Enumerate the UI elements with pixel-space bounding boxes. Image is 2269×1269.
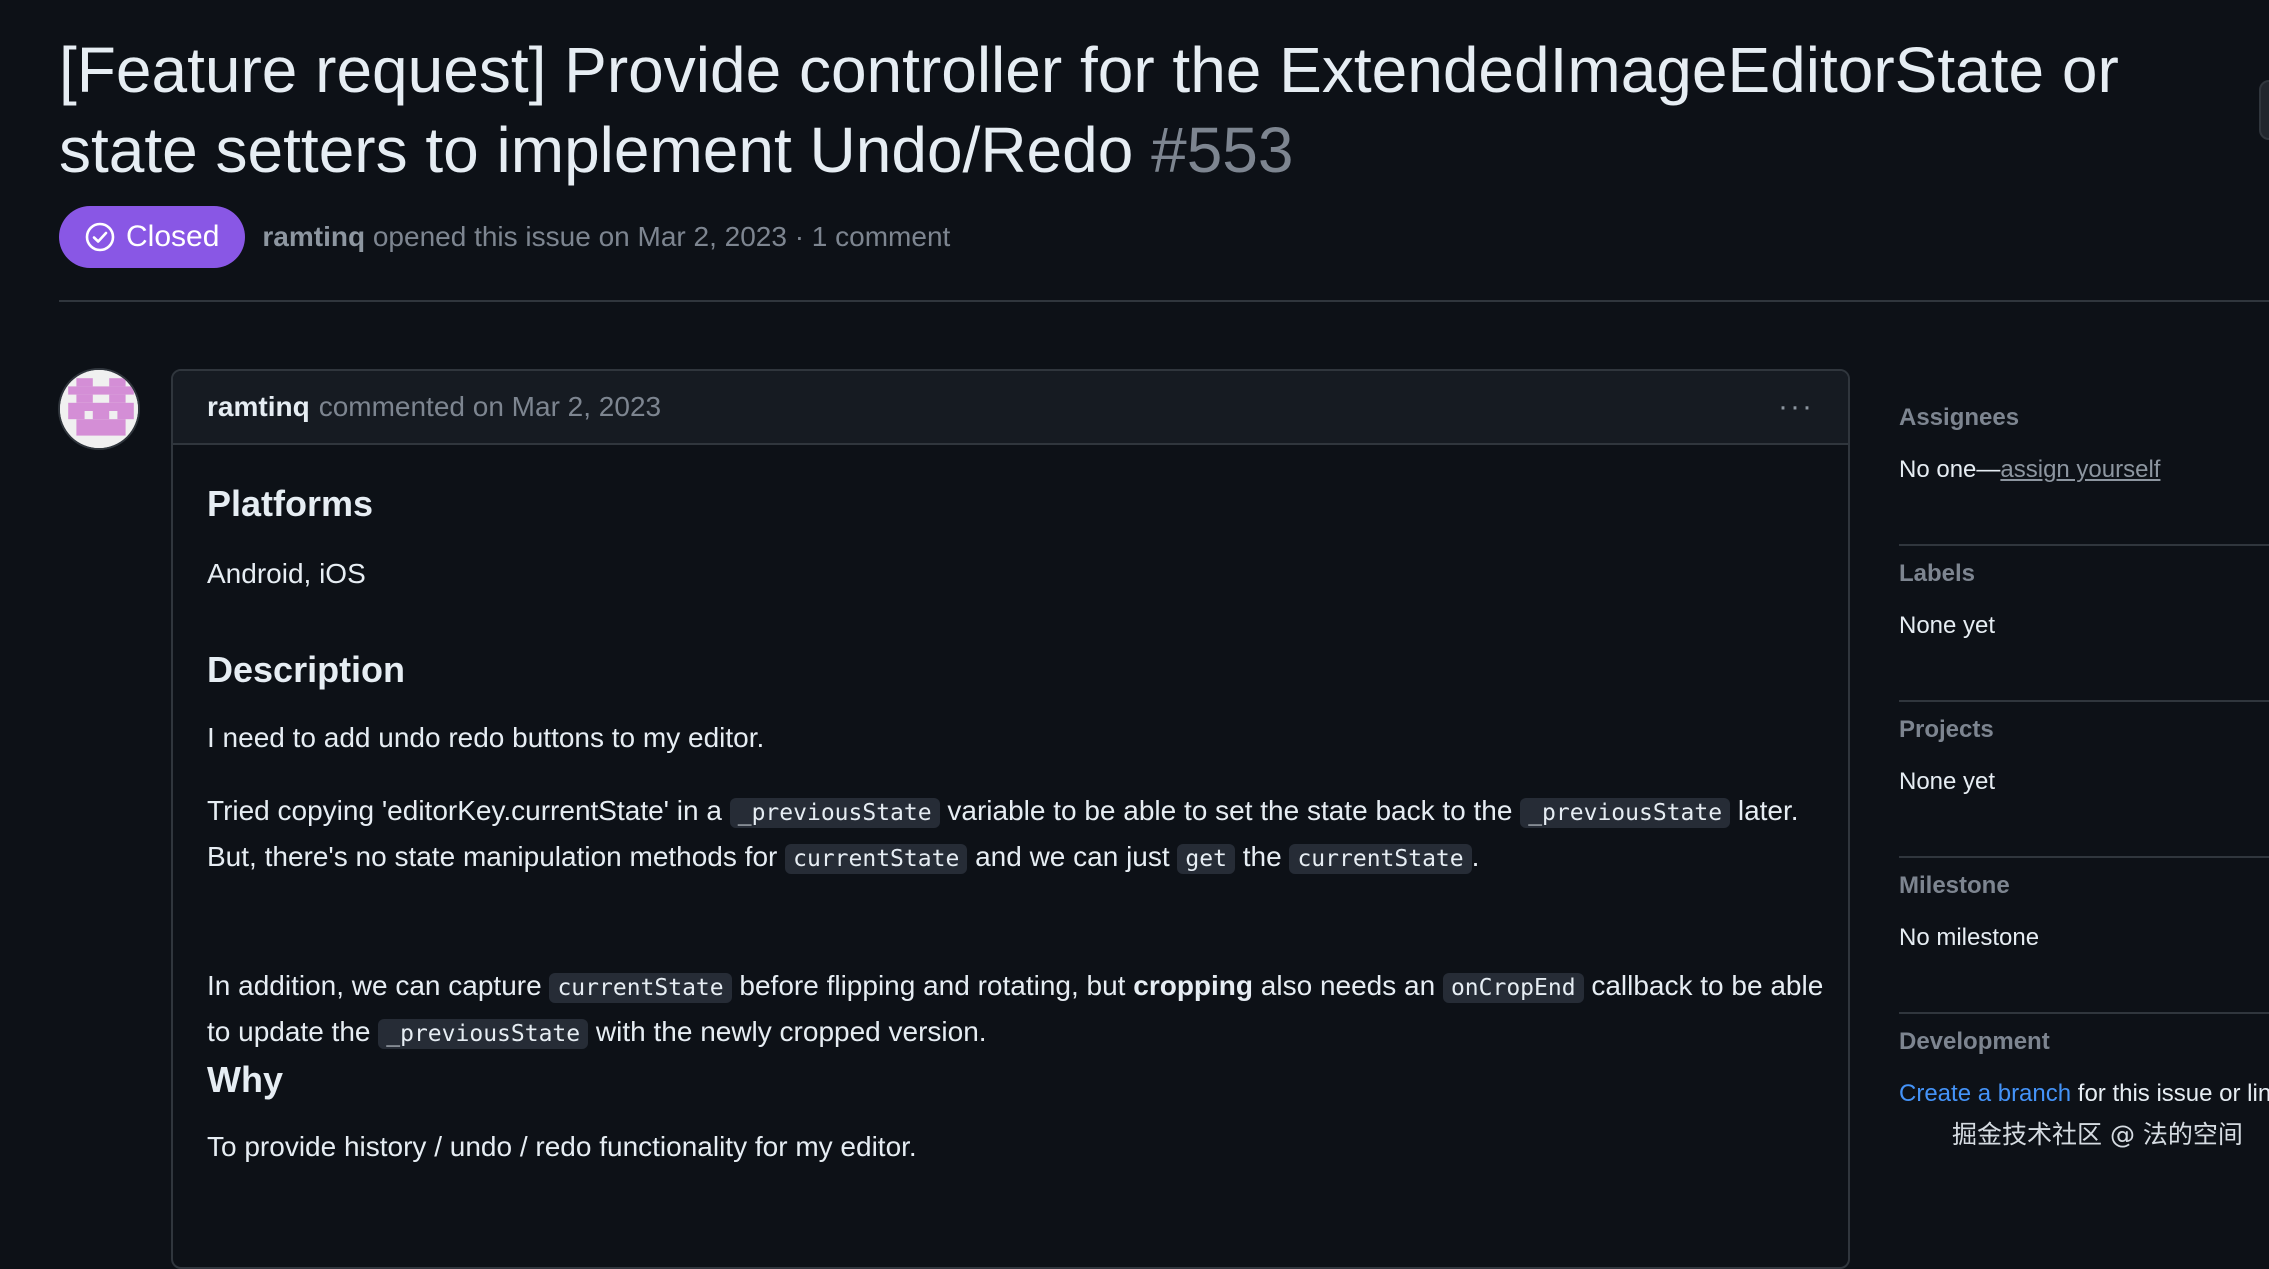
text: Tried copying 'editorKey.currentState' i… [207,795,730,826]
edit-button[interactable] [2259,80,2269,140]
issue-opened-text: opened this issue on Mar 2, 2023 · 1 com… [372,221,951,252]
text: In addition, we can capture [207,970,550,1001]
inline-code: _previousState [729,798,940,828]
status-badge: Closed [59,206,246,268]
issue-title: [Feature request] Provide controller for… [59,30,2159,190]
bold-text: cropping [1133,970,1254,1001]
issue-comment: ramtinq commented on Mar 2, 2023 ··· Pla… [171,369,1850,1269]
sidebar-label[interactable]: Assignees [1899,404,2019,432]
issue-meta-text: ramtinq opened this issue on Mar 2, 2023… [262,221,950,253]
sidebar-label[interactable]: Labels [1899,560,1975,588]
sidebar-value: Create a branch for this issue or link [1899,1080,2269,1108]
why-text: To provide history / undo / redo functio… [207,1131,917,1162]
sidebar-label[interactable]: Development [1899,1028,2050,1056]
issue-number: #553 [1151,114,1294,186]
platforms-text: Android, iOS [207,558,366,589]
text: with the newly cropped version. [588,1016,987,1047]
description-line-1: I need to add undo redo buttons to my ed… [207,722,765,753]
text: and we can just [967,841,1178,872]
sidebar-value: No milestone [1899,924,2040,951]
sidebar-labels: Labels None yet [1899,546,2269,702]
text: variable to be able to set the state bac… [939,795,1521,826]
description-paragraph-2: Tried copying 'editorKey.currentState' i… [207,789,1827,881]
text: . [1471,841,1480,872]
comment-author-link[interactable]: ramtinq [207,391,310,423]
inline-code: currentState [785,844,968,874]
issue-author-link[interactable]: ramtinq [262,221,365,252]
inline-code: onCropEnd [1442,973,1584,1003]
issue-sidebar: Assignees No one—assign yourself Labels … [1899,390,2269,1168]
kebab-menu-icon[interactable]: ··· [1778,390,1814,424]
issue-title-text: [Feature request] Provide controller for… [59,34,2119,186]
sidebar-milestone: Milestone No milestone [1899,858,2269,1014]
text: also needs an [1253,970,1443,1001]
check-circle-icon [85,222,115,252]
issue-meta: Closed ramtinq opened this issue on Mar … [59,206,950,268]
watermark: 掘金技术社区 @ 法的空间 [1952,1120,2243,1149]
heading-platforms: Platforms [207,483,374,524]
sidebar-value: No one—assign yourself [1899,456,2160,484]
identicon-icon [60,370,138,448]
comment-meta[interactable]: commented on Mar 2, 2023 [319,391,661,423]
inline-code: currentState [549,973,732,1003]
status-label: Closed [126,220,220,253]
header-divider [59,300,2269,302]
create-branch-link[interactable]: Create a branch [1899,1080,2071,1107]
sidebar-value: None yet [1899,612,1996,639]
heading-description: Description [207,649,406,690]
sidebar-label[interactable]: Milestone [1899,872,2010,900]
sidebar-value: None yet [1899,768,1996,795]
description-paragraph-3: In addition, we can capture currentState… [207,964,1827,1056]
inline-code: currentState [1289,844,1472,874]
sidebar-label[interactable]: Projects [1899,716,1994,744]
text: the [1234,841,1290,872]
sidebar-assignees: Assignees No one—assign yourself [1899,390,2269,546]
text: before flipping and rotating, but [731,970,1134,1001]
avatar[interactable] [58,368,140,450]
assign-yourself-link[interactable]: assign yourself [2000,456,2160,483]
sidebar-projects: Projects None yet [1899,702,2269,858]
inline-code: _previousState [378,1019,589,1049]
inline-code: get [1177,844,1235,874]
comment-header: ramtinq commented on Mar 2, 2023 ··· [173,371,1848,445]
heading-why: Why [207,1059,283,1100]
text: for this issue or link [2071,1080,2269,1107]
inline-code: _previousState [1520,798,1731,828]
text: No one— [1899,456,2001,483]
